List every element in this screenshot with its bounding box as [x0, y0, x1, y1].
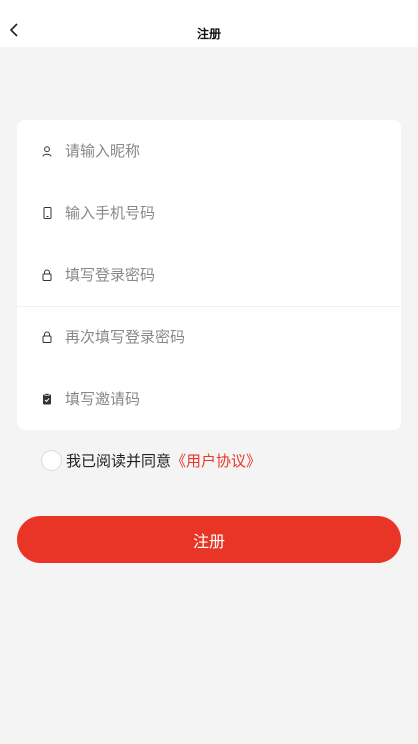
- phone-row: [17, 182, 401, 244]
- page-title: 注册: [196, 27, 221, 41]
- password-row: [17, 244, 401, 306]
- password-confirm-input[interactable]: [65, 328, 365, 346]
- user-icon: [41, 145, 53, 157]
- nickname-input[interactable]: [65, 142, 365, 160]
- nickname-row: [17, 120, 401, 182]
- top-bar: 注册: [0, 0, 418, 47]
- clipboard-icon: [41, 393, 53, 405]
- agreement-checkbox[interactable]: [41, 449, 62, 471]
- user-agreement-link[interactable]: 《用户协议》: [171, 450, 261, 471]
- invite-code-row: [17, 368, 401, 430]
- register-button[interactable]: 注册: [17, 516, 401, 563]
- phone-icon: [41, 207, 53, 219]
- lock-icon: [41, 269, 53, 281]
- agreement-text: 我已阅读并同意: [66, 451, 172, 470]
- invite-code-input[interactable]: [65, 390, 365, 408]
- password-input[interactable]: [65, 266, 365, 284]
- phone-input[interactable]: [65, 204, 365, 222]
- lock-icon: [41, 331, 53, 343]
- password-confirm-row: [17, 306, 401, 368]
- agreement-row: 我已阅读并同意 《用户协议》: [41, 449, 261, 471]
- register-form: [17, 120, 401, 430]
